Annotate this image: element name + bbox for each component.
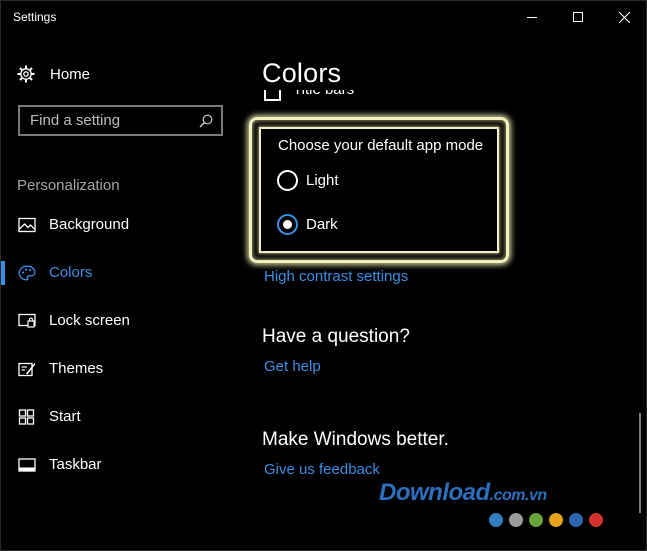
watermark-dot bbox=[569, 513, 583, 527]
search-input[interactable] bbox=[30, 112, 190, 129]
search-icon[interactable] bbox=[199, 114, 213, 128]
radio-label: Dark bbox=[306, 215, 338, 233]
sidebar-item-themes[interactable]: Themes bbox=[1, 353, 241, 385]
scrollbar[interactable] bbox=[639, 413, 641, 513]
minimize-button[interactable] bbox=[509, 1, 555, 33]
active-indicator bbox=[1, 261, 5, 285]
high-contrast-link[interactable]: High contrast settings bbox=[264, 268, 408, 285]
app-mode-label: Choose your default app mode bbox=[278, 137, 484, 154]
watermark-text: Download.com.vn bbox=[379, 479, 547, 506]
sidebar-item-label: Colors bbox=[49, 264, 93, 281]
title-bars-checkbox[interactable]: Title bars bbox=[263, 88, 363, 104]
watermark-logo: Download.com.vn bbox=[379, 479, 619, 539]
radio-circle[interactable] bbox=[277, 213, 298, 235]
sidebar-item-label: Lock screen bbox=[49, 312, 130, 329]
close-icon bbox=[618, 11, 630, 23]
taskbar-icon bbox=[18, 458, 36, 472]
watermark-dots bbox=[489, 513, 603, 527]
search-box[interactable] bbox=[18, 105, 223, 136]
watermark-dot bbox=[549, 513, 563, 527]
radio-light[interactable]: Light bbox=[277, 168, 477, 192]
close-button[interactable] bbox=[601, 1, 647, 33]
radio-label: Light bbox=[306, 171, 339, 189]
sidebar-item-label: Start bbox=[49, 408, 81, 425]
watermark-dot bbox=[509, 513, 523, 527]
themes-icon bbox=[18, 362, 36, 377]
sidebar-item-label: Themes bbox=[49, 360, 104, 377]
sidebar-item-lock-screen[interactable]: Lock screen bbox=[1, 305, 241, 337]
gear-icon bbox=[17, 65, 35, 83]
sidebar-item-colors[interactable]: Colors bbox=[1, 257, 241, 289]
sidebar-item-taskbar[interactable]: Taskbar bbox=[1, 449, 241, 481]
watermark-dot bbox=[489, 513, 503, 527]
lock-screen-icon bbox=[18, 313, 36, 328]
radio-dark[interactable]: Dark bbox=[277, 212, 477, 236]
minimize-icon bbox=[527, 17, 537, 18]
radio-circle[interactable] bbox=[277, 169, 298, 191]
home-label: Home bbox=[50, 65, 91, 83]
maximize-button[interactable] bbox=[555, 1, 601, 33]
sidebar-item-label: Taskbar bbox=[49, 456, 102, 473]
palette-icon bbox=[18, 265, 36, 281]
maximize-icon bbox=[573, 12, 583, 22]
home-nav-item[interactable]: Home bbox=[17, 63, 90, 85]
sidebar-item-background[interactable]: Background bbox=[1, 209, 241, 241]
feedback-link[interactable]: Give us feedback bbox=[264, 461, 380, 478]
get-help-link[interactable]: Get help bbox=[264, 358, 321, 375]
sidebar-item-label: Background bbox=[49, 216, 130, 233]
watermark-dot bbox=[529, 513, 543, 527]
question-heading: Have a question? bbox=[262, 326, 410, 347]
title-bar: Settings bbox=[1, 1, 646, 33]
sidebar-item-start[interactable]: Start bbox=[1, 401, 241, 433]
watermark-dot bbox=[589, 513, 603, 527]
settings-window: Settings Home Perso bbox=[0, 0, 647, 551]
window-title: Settings bbox=[13, 10, 57, 24]
picture-icon bbox=[18, 217, 36, 233]
start-icon bbox=[18, 409, 35, 425]
page-title: Colors bbox=[262, 58, 342, 88]
feedback-heading: Make Windows better. bbox=[262, 429, 449, 450]
section-label-personalization: Personalization bbox=[17, 177, 120, 194]
